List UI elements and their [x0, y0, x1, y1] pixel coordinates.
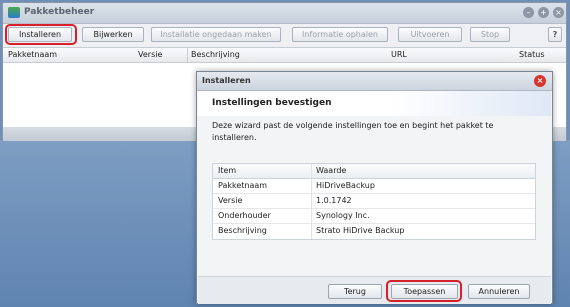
toolbar: Installeren Bijwerken Installatie ongeda… — [3, 24, 566, 46]
table-row: Pakketnaam HiDriveBackup — [213, 179, 535, 194]
undo-install-button[interactable]: Installatie ongedaan maken — [151, 27, 281, 42]
table-cell-value: HiDriveBackup — [316, 181, 375, 190]
cancel-button[interactable]: Annuleren — [468, 284, 530, 299]
apply-highlight-annotation — [386, 280, 462, 302]
settings-table: Item Waarde Pakketnaam HiDriveBackup Ver… — [212, 163, 536, 240]
window-title: Pakketbeheer — [24, 7, 95, 17]
table-header-row: Item Waarde — [213, 164, 535, 179]
dialog-title: Installeren — [202, 76, 251, 85]
table-header-item: Item — [218, 166, 237, 175]
dialog-heading: Instellingen bevestigen — [212, 98, 332, 108]
table-header-value: Waarde — [316, 166, 347, 175]
table-divider — [311, 164, 312, 178]
close-icon[interactable]: × — [553, 7, 564, 18]
dialog-header-banner: Instellingen bevestigen — [198, 91, 551, 116]
install-dialog: Installeren × Instellingen bevestigen De… — [196, 71, 553, 304]
column-header-description[interactable]: Beschrijving — [191, 50, 240, 59]
table-divider — [311, 209, 312, 223]
help-icon[interactable]: ? — [548, 27, 562, 42]
back-button[interactable]: Terug — [328, 284, 382, 299]
table-cell-item: Pakketnaam — [218, 181, 268, 190]
table-cell-item: Onderhouder — [218, 211, 271, 220]
get-info-button[interactable]: Informatie ophalen — [292, 27, 388, 42]
column-header-url[interactable]: URL — [391, 50, 407, 59]
dialog-footer: Terug Toepassen Annuleren — [198, 276, 551, 304]
dialog-close-icon[interactable]: × — [534, 75, 546, 87]
column-header-status[interactable]: Status — [519, 50, 545, 59]
table-row: Versie 1.0.1742 — [213, 194, 535, 209]
stop-button[interactable]: Stop — [470, 27, 510, 42]
run-button[interactable]: Uitvoeren — [398, 27, 462, 42]
table-cell-item: Versie — [218, 196, 243, 205]
table-divider — [311, 224, 312, 239]
column-divider — [187, 48, 188, 62]
package-grid-header: Pakketnaam Versie Beschrijving URL Statu… — [3, 47, 566, 63]
column-header-name[interactable]: Pakketnaam — [8, 50, 57, 59]
table-cell-item: Beschrijving — [218, 226, 267, 235]
package-manager-icon — [8, 7, 20, 18]
table-row: Beschrijving Strato HiDrive Backup — [213, 224, 535, 239]
table-divider — [311, 194, 312, 208]
update-button[interactable]: Bijwerken — [82, 27, 144, 42]
dialog-description: Deze wizard past de volgende instellinge… — [212, 121, 494, 142]
table-cell-value: 1.0.1742 — [316, 196, 352, 205]
table-divider — [311, 179, 312, 193]
minimize-icon[interactable]: – — [523, 7, 534, 18]
table-row: Onderhouder Synology Inc. — [213, 209, 535, 224]
install-highlight-annotation — [5, 24, 77, 45]
maximize-icon[interactable]: + — [538, 7, 549, 18]
dialog-titlebar[interactable]: Installeren × — [197, 72, 552, 91]
window-titlebar[interactable]: Pakketbeheer – + × — [3, 3, 566, 24]
column-header-version[interactable]: Versie — [138, 50, 162, 59]
table-cell-value: Strato HiDrive Backup — [316, 226, 405, 235]
table-cell-value: Synology Inc. — [316, 211, 370, 220]
